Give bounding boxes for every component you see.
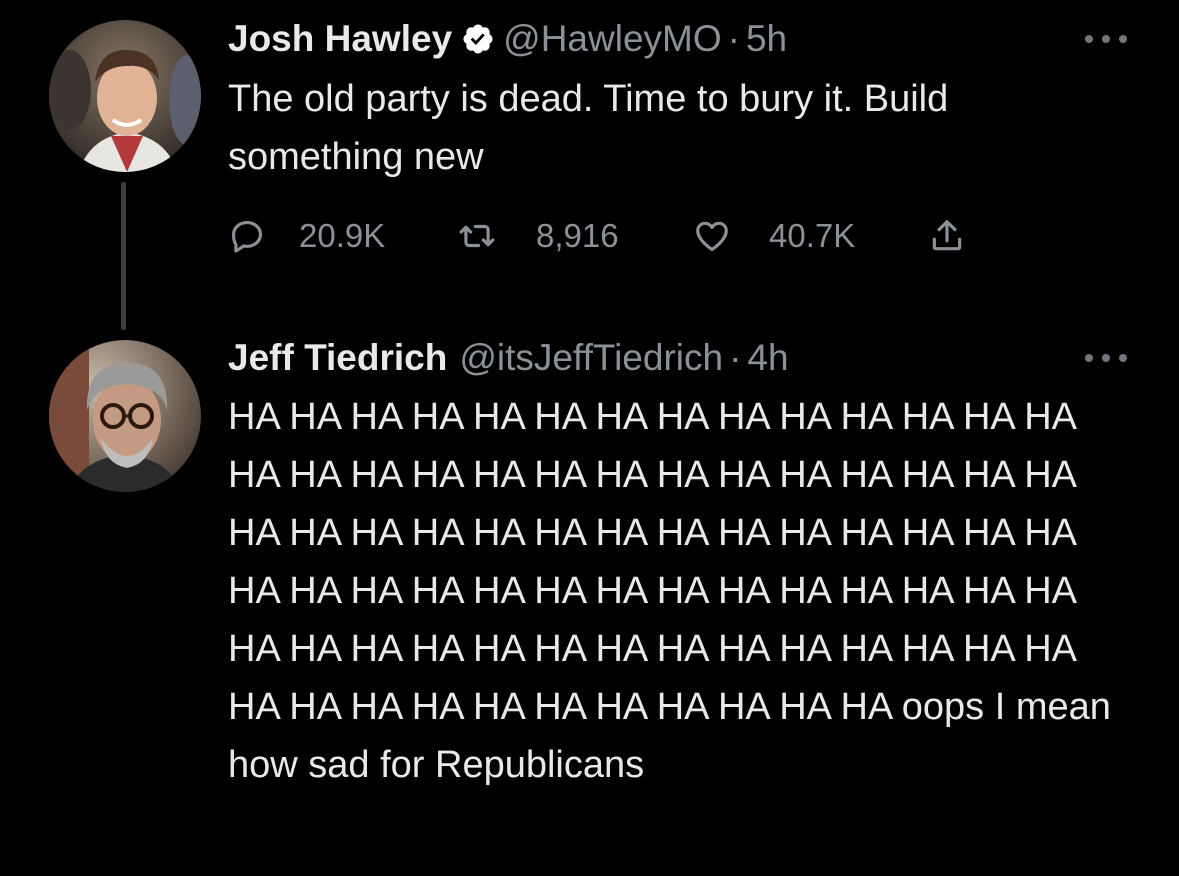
tweet-text: The old party is dead. Time to bury it. …: [228, 78, 949, 178]
avatar[interactable]: [49, 20, 201, 172]
separator-dot: ·: [729, 337, 742, 378]
author-name[interactable]: Jeff Tiedrich: [228, 337, 447, 379]
share-icon: [932, 220, 962, 251]
more-options-icon[interactable]: [1085, 352, 1127, 364]
heart-icon: [696, 221, 728, 252]
retweet-icon: [459, 224, 495, 248]
separator-dot: ·: [727, 18, 740, 59]
author-handle[interactable]: @HawleyMO: [503, 18, 721, 60]
author-handle[interactable]: @itsJeffTiedrich: [459, 337, 723, 379]
tweet-tiedrich[interactable]: Jeff Tiedrich @itsJeffTiedrich · 4h HA H…: [0, 300, 1179, 876]
tweet-header: Jeff Tiedrich @itsJeffTiedrich · 4h: [228, 336, 789, 380]
tweet-hawley[interactable]: Josh Hawley @HawleyMO · 5h The old party…: [0, 0, 1179, 300]
reply-icon: [231, 220, 263, 253]
reply-count: 20.9K: [299, 217, 386, 254]
retweet-button[interactable]: 8,916: [458, 212, 619, 260]
like-count: 40.7K: [769, 217, 856, 254]
like-button[interactable]: 40.7K: [693, 212, 855, 260]
avatar[interactable]: [49, 340, 201, 492]
tweet-header: Josh Hawley @HawleyMO · 5h: [228, 17, 787, 61]
verified-badge-icon: [461, 22, 495, 56]
more-options-icon[interactable]: [1085, 33, 1127, 45]
retweet-count: 8,916: [536, 217, 619, 254]
tweet-text: HA HA HA HA HA HA HA HA HA HA HA HA HA H…: [228, 396, 1111, 786]
share-button[interactable]: [928, 212, 966, 260]
timestamp[interactable]: 5h: [746, 18, 787, 60]
author-name[interactable]: Josh Hawley: [228, 18, 452, 60]
timestamp[interactable]: 4h: [747, 337, 788, 379]
reply-button[interactable]: 20.9K: [228, 212, 385, 260]
